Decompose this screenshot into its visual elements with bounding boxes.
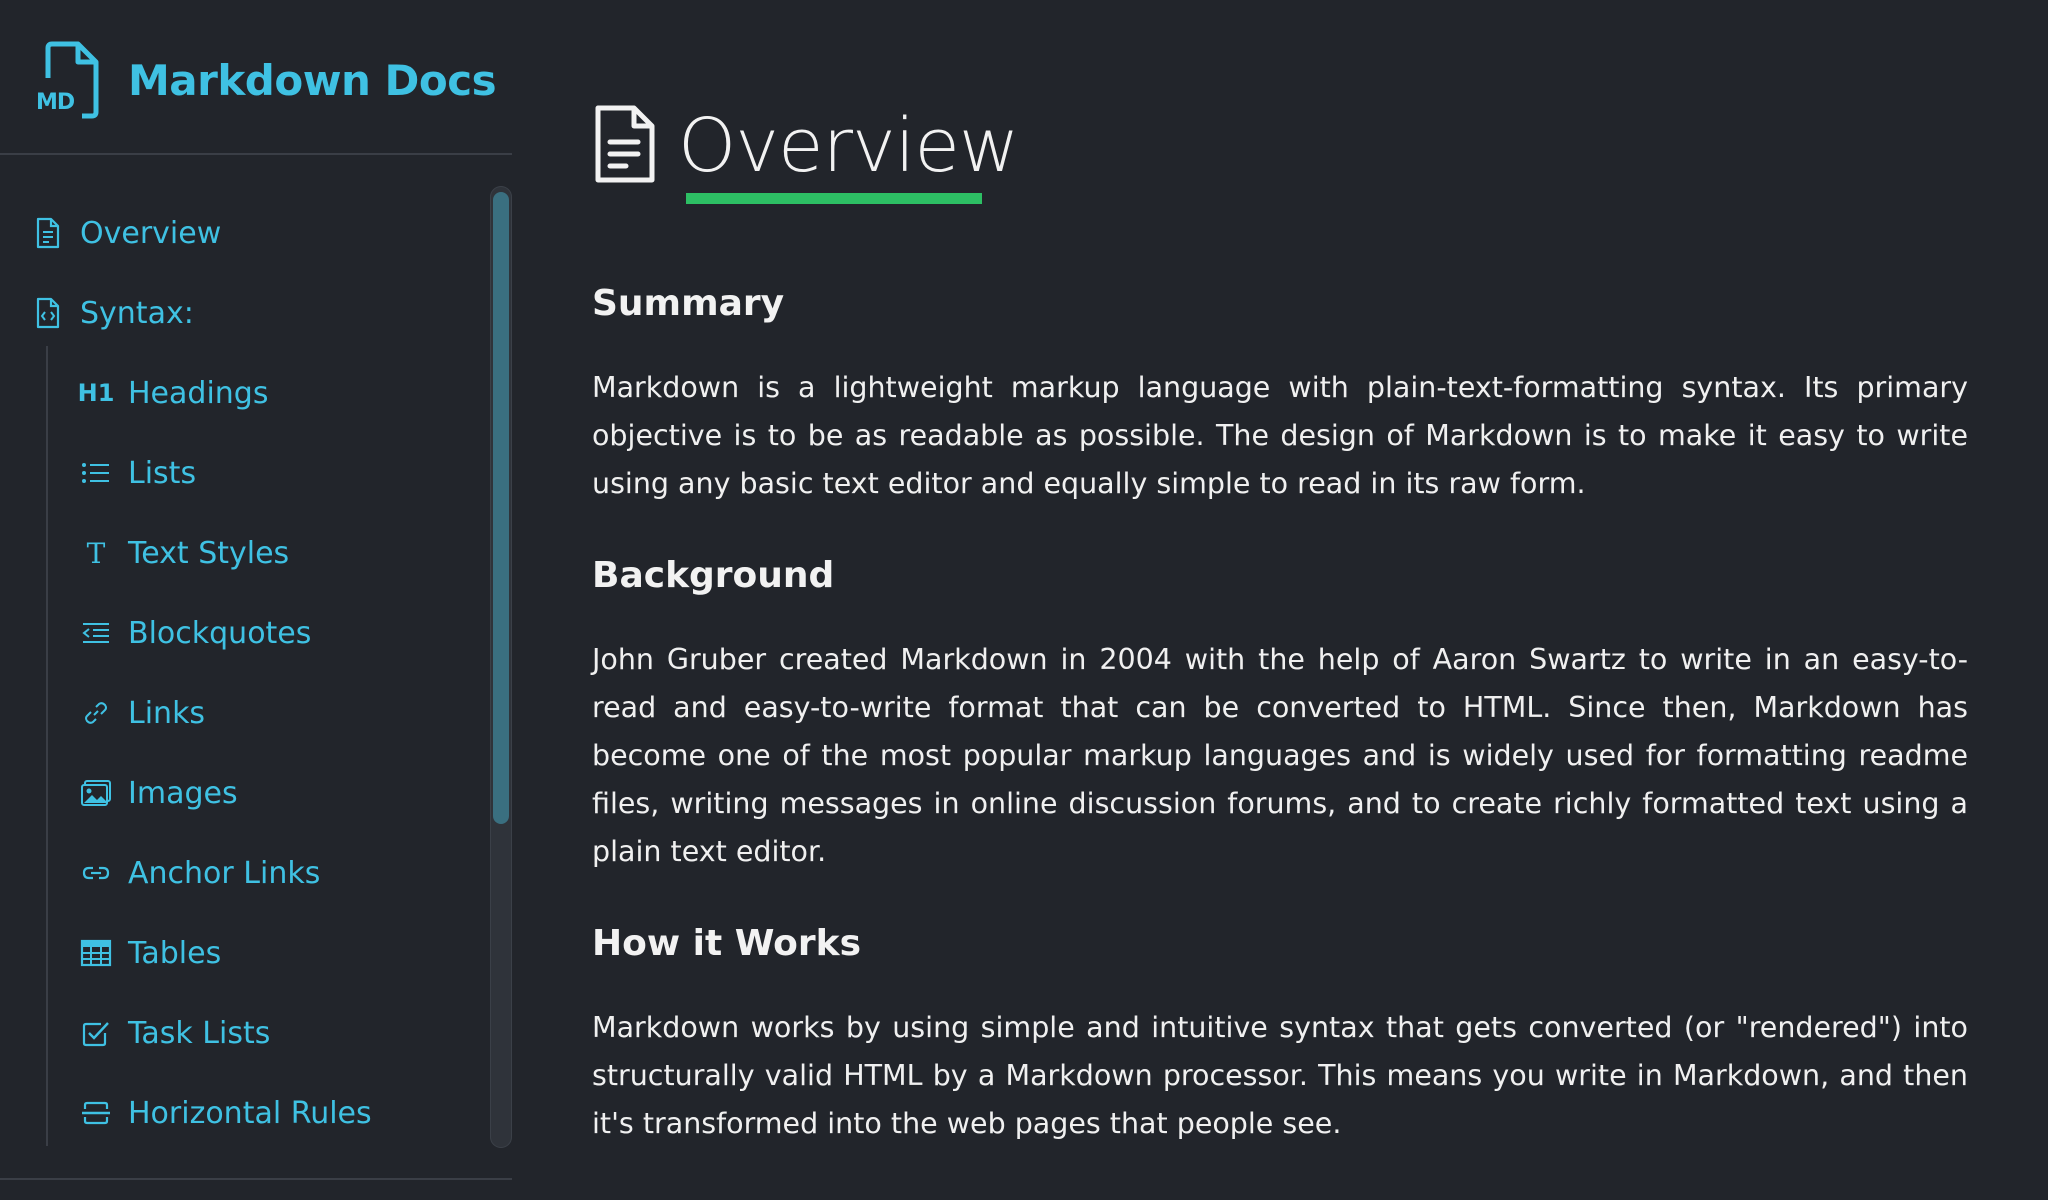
sidebar-item-links[interactable]: Links [78,688,205,738]
sidebar-item-label: Blockquotes [128,615,312,651]
page-title: Overview [678,103,1019,189]
app-window: MD Markdown Docs Overview Syntax: H1 Hea… [0,0,2048,1200]
sidebar-item-label: Syntax: [80,295,194,331]
sidebar-item-anchor-links[interactable]: Anchor Links [78,848,320,898]
brand-title: Markdown Docs [128,55,497,105]
section-paragraph: Markdown works by using simple and intui… [592,1011,1968,1140]
sidebar-item-label: Task Lists [128,1015,271,1051]
sidebar-item-label: Text Styles [128,535,290,571]
sidebar-item-syntax[interactable]: Syntax: [30,288,194,338]
main-content: Overview Summary Markdown is a lightweig… [592,0,1968,1200]
sidebar-item-text-styles[interactable]: T Text Styles [78,528,290,578]
blockquote-icon [78,615,114,651]
markdown-file-icon: MD [34,38,106,122]
document-icon [595,105,655,183]
brand[interactable]: MD Markdown Docs [34,38,497,122]
title-underline [686,193,982,204]
table-icon [78,935,114,971]
list-icon [78,455,114,491]
sidebar-item-label: Horizontal Rules [128,1095,372,1131]
code-file-icon [30,295,66,331]
sidebar-item-tables[interactable]: Tables [78,928,221,978]
link-icon [78,695,114,731]
sidebar-item-label: Headings [128,375,269,411]
sidebar-item-label: Tables [128,935,222,971]
sidebar-item-lists[interactable]: Lists [78,448,196,498]
nav-tree-rail [46,346,48,1146]
checkbox-icon [78,1015,114,1051]
sidebar-item-task-lists[interactable]: Task Lists [78,1008,270,1058]
sidebar-divider [0,153,512,155]
sidebar-scrollbar[interactable] [490,186,512,1148]
section-heading: Summary [592,283,785,324]
horizontal-rule-icon [78,1095,114,1131]
sidebar-item-blockquotes[interactable]: Blockquotes [78,608,311,658]
sidebar-item-overview[interactable]: Overview [30,208,221,258]
h1-icon: H1 [77,379,115,407]
sidebar-item-label: Images [128,775,238,811]
document-icon [30,215,66,251]
image-icon [78,775,114,811]
sidebar-bottom-divider [0,1178,512,1180]
section-heading: Background [592,555,835,596]
brand-badge: MD [36,90,75,115]
sidebar-item-headings[interactable]: H1 Headings [77,368,269,418]
page-header: Overview [592,98,1019,194]
sidebar-item-images[interactable]: Images [78,768,238,818]
sidebar: MD Markdown Docs Overview Syntax: H1 Hea… [0,0,512,1200]
text-style-icon: T [86,536,106,570]
section-heading: How it Works [592,923,862,964]
sidebar-item-label: Links [128,695,206,731]
sidebar-item-label: Overview [80,215,222,251]
section-paragraph: Markdown is a lightweight markup languag… [592,371,1968,500]
sidebar-item-label: Anchor Links [128,855,321,891]
sidebar-item-horizontal-rules[interactable]: Horizontal Rules [78,1088,372,1138]
anchor-link-icon [78,855,114,891]
scrollbar-thumb[interactable] [493,192,509,824]
section-paragraph: John Gruber created Markdown in 2004 wit… [592,643,1968,868]
sidebar-item-label: Lists [128,455,197,491]
